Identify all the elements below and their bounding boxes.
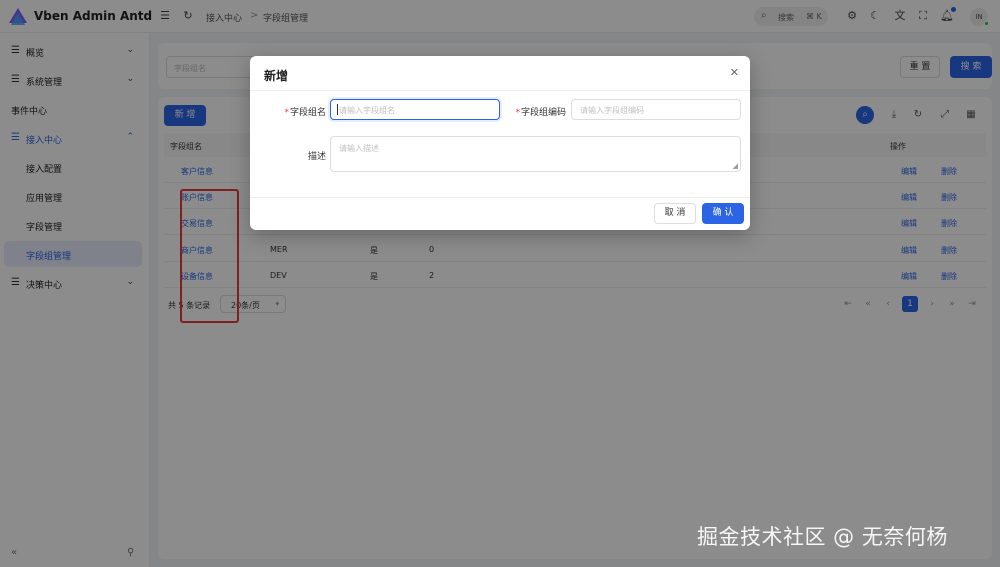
confirm-button[interactable]: 确 认	[702, 203, 744, 224]
field-group-name-label: *字段组名	[274, 105, 326, 118]
text-caret	[337, 104, 338, 115]
field-group-code-placeholder: 请输入字段组编码	[580, 106, 644, 115]
field-group-name-label-text: 字段组名	[289, 108, 326, 118]
close-icon[interactable]: ✕	[730, 66, 739, 79]
modal-header-divider	[250, 90, 750, 91]
required-mark: *	[284, 108, 289, 118]
modal-title: 新增	[264, 69, 289, 83]
modal-footer-divider	[250, 197, 750, 198]
field-group-name-input[interactable]: 请输入字段组名	[330, 99, 500, 120]
description-placeholder: 请输入描述	[339, 144, 379, 153]
resize-handle-icon[interactable]: ◢	[733, 162, 738, 170]
description-textarea[interactable]: 请输入描述 ◢	[330, 136, 741, 172]
description-label: 描述	[307, 152, 326, 162]
field-group-code-input[interactable]: 请输入字段组编码	[571, 99, 741, 120]
required-mark: *	[515, 108, 520, 118]
field-group-name-placeholder: 请输入字段组名	[339, 106, 395, 115]
watermark-text: 掘金技术社区 @ 无奈何杨	[697, 525, 948, 549]
field-group-code-label-text: 字段组编码	[520, 108, 566, 118]
add-field-group-modal: 新增 ✕ *字段组名 请输入字段组名 *字段组编码 请输入字段组编码 描述 请输…	[250, 56, 750, 230]
field-group-code-label: *字段组编码	[506, 105, 566, 118]
cancel-button[interactable]: 取 消	[654, 203, 696, 224]
